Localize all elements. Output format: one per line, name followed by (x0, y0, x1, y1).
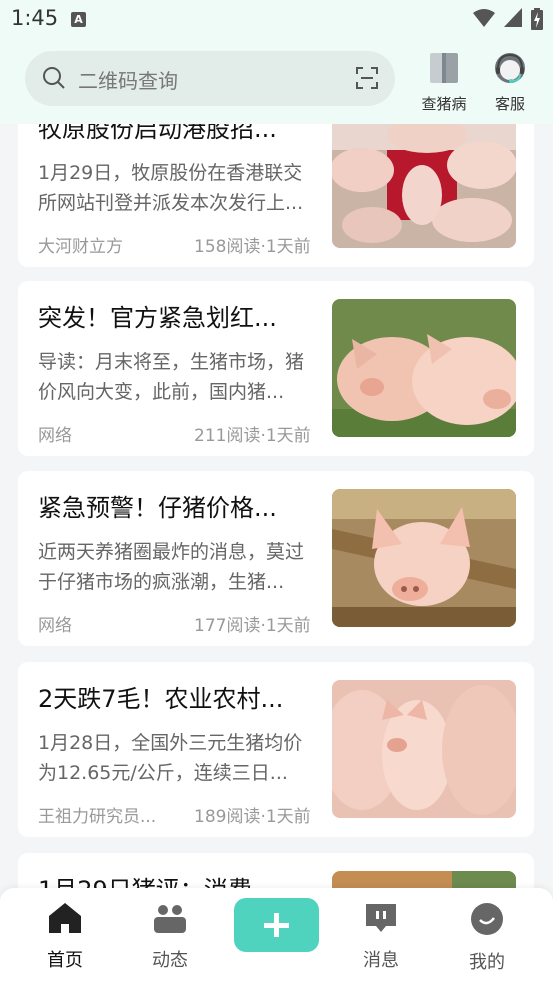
nav-item-profile[interactable]: 我的 (452, 902, 522, 974)
article-summary: 1月28日，全国外三元生猪均价为12.65元/公斤，连续三日... (38, 732, 303, 784)
article-thumbnail[interactable] (332, 110, 516, 248)
wifi-icon (472, 9, 495, 27)
article-thumbnail[interactable] (332, 489, 516, 627)
article-meta: 211阅读·1天前 (194, 426, 311, 446)
customer-service-icon (495, 53, 525, 83)
article-title[interactable]: 紧急预警！仔猪价格... (38, 491, 298, 525)
nav-item-home[interactable]: 首页 (30, 902, 100, 972)
customer-service-button[interactable]: 客服 (480, 51, 540, 114)
article-source: 王祖力研究员... (38, 807, 157, 827)
article-source: 网络 (38, 616, 72, 636)
plus-icon (264, 913, 289, 937)
add-post-button[interactable] (234, 898, 319, 952)
article-title[interactable]: 突发！官方紧急划红... (38, 301, 298, 335)
article-meta: 189阅读·1天前 (194, 807, 311, 827)
article-summary: 导读：月末将至，生猪市场，猪价风向大变，此前，国内猪... (38, 351, 305, 403)
article-meta: 158阅读·1天前 (194, 237, 311, 257)
nav-label-messages: 消息 (363, 950, 399, 971)
bottom-nav: 首页 动态 消息 我的 (0, 888, 553, 984)
message-icon (366, 904, 396, 932)
battery-charging-icon (531, 8, 543, 30)
nav-item-feed[interactable]: 动态 (135, 902, 205, 972)
article-source: 大河财立方 (38, 237, 123, 257)
nav-label-feed: 动态 (152, 950, 188, 971)
search-bar[interactable]: 二维码查询 (25, 51, 395, 106)
system-icons (469, 8, 543, 30)
nav-label-profile: 我的 (469, 952, 505, 973)
a-badge-icon: A (71, 12, 86, 27)
article-card[interactable]: 2天跌7毛！农业农村... 1月28日，全国外三元生猪均价为12.65元/公斤，… (18, 662, 534, 837)
signal-icon (503, 8, 522, 27)
article-source: 网络 (38, 426, 72, 446)
article-card[interactable]: 突发！官方紧急划红... 导读：月末将至，生猪市场，猪价风向大变，此前，国内猪.… (18, 281, 534, 456)
top-header: 1:45 A 二维码查询 查猪病 客服 (0, 0, 553, 124)
article-thumbnail[interactable] (332, 299, 516, 437)
book-icon (430, 53, 458, 83)
profile-icon (471, 903, 503, 935)
status-bar: 1:45 A (0, 0, 553, 38)
customer-service-label: 客服 (494, 95, 525, 113)
nav-label-home: 首页 (47, 950, 83, 971)
check-pig-disease-label: 查猪病 (421, 95, 467, 113)
status-time: 1:45 (11, 6, 59, 30)
article-summary: 近两天养猪圈最炸的消息，莫过于仔猪市场的疯涨潮，生猪... (38, 541, 305, 593)
article-title[interactable]: 2天跌7毛！农业农村... (38, 682, 298, 716)
article-meta: 177阅读·1天前 (194, 616, 311, 636)
people-icon (154, 905, 186, 933)
article-feed[interactable]: 牧原股份启动港股招... 1月29日，牧原股份在香港联交所网站刊登并派发本次发行… (0, 0, 553, 984)
search-placeholder[interactable]: 二维码查询 (78, 65, 178, 94)
article-card[interactable]: 紧急预警！仔猪价格... 近两天养猪圈最炸的消息，莫过于仔猪市场的疯涨潮，生猪.… (18, 471, 534, 646)
article-thumbnail[interactable] (332, 680, 516, 818)
search-icon (43, 67, 65, 89)
home-icon (49, 903, 81, 933)
scan-icon[interactable] (356, 67, 378, 89)
nav-item-messages[interactable]: 消息 (346, 902, 416, 972)
article-summary: 1月29日，牧原股份在香港联交所网站刊登并派发本次发行上... (38, 162, 304, 214)
check-pig-disease-button[interactable]: 查猪病 (414, 51, 474, 114)
